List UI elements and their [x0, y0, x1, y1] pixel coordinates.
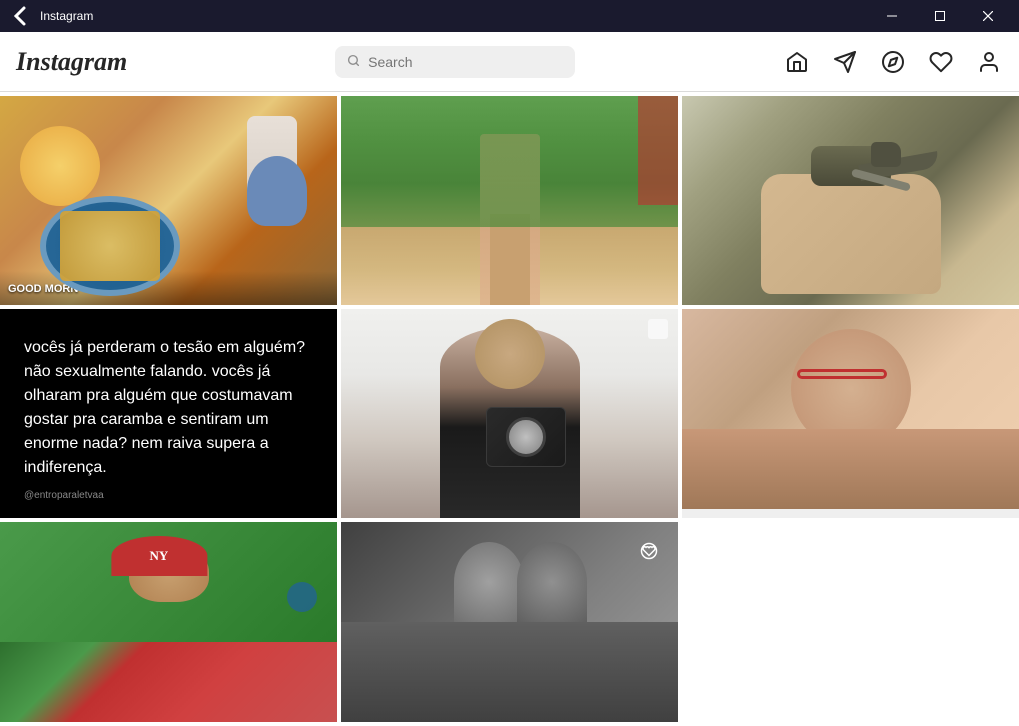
search-wrapper — [139, 46, 771, 78]
list-item[interactable]: ❤ 4.8K 💬 102 — [341, 309, 678, 518]
list-item[interactable]: ❤ 312 💬 14 — [341, 96, 678, 305]
top-navigation: Instagram — [0, 32, 1019, 92]
maximize-button[interactable] — [917, 0, 963, 32]
search-input[interactable] — [368, 54, 563, 70]
list-item[interactable]: ❤ 89 💬 5 — [682, 96, 1019, 305]
close-button[interactable] — [965, 0, 1011, 32]
posts-grid: GOOD MORN ❤ 142 💬 8 ❤ 312 💬 14 — [0, 92, 1019, 726]
list-item[interactable]: NY ❤ 198 💬 11 — [0, 522, 337, 722]
home-icon[interactable] — [783, 48, 811, 76]
instagram-logo[interactable]: Instagram — [16, 47, 127, 77]
window-controls — [869, 0, 1011, 32]
list-item[interactable]: vocês já perderam o tesão em alguém? não… — [0, 309, 337, 518]
titlebar: Instagram — [0, 0, 1019, 32]
search-box[interactable] — [335, 46, 575, 78]
nav-icons — [783, 48, 1003, 76]
send-icon[interactable] — [831, 48, 859, 76]
list-item[interactable]: GOOD MORN ❤ 142 💬 8 — [0, 96, 337, 305]
list-item[interactable]: ❤ 56 💬 3 — [682, 309, 1019, 518]
back-button[interactable] — [8, 4, 32, 28]
minimize-button[interactable] — [869, 0, 915, 32]
titlebar-title: Instagram — [40, 9, 861, 23]
list-item[interactable]: ❤ 723 💬 29 — [341, 522, 678, 722]
profile-icon[interactable] — [975, 48, 1003, 76]
heart-icon[interactable] — [927, 48, 955, 76]
search-icon — [347, 54, 360, 70]
explore-icon[interactable] — [879, 48, 907, 76]
